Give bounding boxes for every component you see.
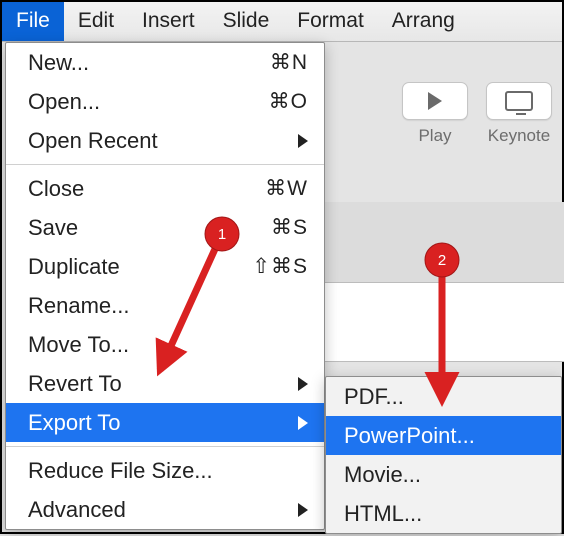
chevron-right-icon	[298, 503, 308, 517]
shortcut: ⌘N	[242, 50, 308, 75]
keynote-label: Keynote	[488, 126, 550, 146]
separator	[6, 164, 324, 165]
chevron-right-icon	[298, 134, 308, 148]
menu-item-duplicate[interactable]: Duplicate ⇧⌘S	[6, 247, 324, 286]
submenu-item-html[interactable]: HTML...	[326, 494, 561, 533]
keynote-live-button[interactable]: Keynote	[486, 82, 552, 146]
play-icon	[428, 92, 442, 110]
file-menu-dropdown: New... ⌘N Open... ⌘O Open Recent Close ⌘…	[5, 42, 325, 530]
menu-insert[interactable]: Insert	[128, 2, 209, 41]
menu-item-new[interactable]: New... ⌘N	[6, 43, 324, 82]
menu-format[interactable]: Format	[283, 2, 378, 41]
submenu-item-powerpoint[interactable]: PowerPoint...	[326, 416, 561, 455]
menu-edit[interactable]: Edit	[64, 2, 128, 41]
menu-item-save[interactable]: Save ⌘S	[6, 208, 324, 247]
shortcut: ⇧⌘S	[242, 254, 308, 279]
export-to-submenu: PDF... PowerPoint... Movie... HTML...	[325, 376, 562, 534]
slide-thumbnail	[325, 282, 564, 362]
submenu-item-movie[interactable]: Movie...	[326, 455, 561, 494]
menu-item-move-to[interactable]: Move To...	[6, 325, 324, 364]
toolbar: Play Keynote	[402, 82, 562, 146]
menu-item-rename[interactable]: Rename...	[6, 286, 324, 325]
menu-item-open[interactable]: Open... ⌘O	[6, 82, 324, 121]
menu-item-advanced[interactable]: Advanced	[6, 490, 324, 529]
display-icon	[505, 91, 533, 111]
separator	[6, 446, 324, 447]
menu-item-export-to[interactable]: Export To	[6, 403, 324, 442]
menu-item-reduce-file-size[interactable]: Reduce File Size...	[6, 451, 324, 490]
document-area	[325, 202, 564, 362]
menu-arrange[interactable]: Arrang	[378, 2, 469, 41]
menu-bar: File Edit Insert Slide Format Arrang	[2, 2, 562, 42]
menu-item-close[interactable]: Close ⌘W	[6, 169, 324, 208]
shortcut: ⌘S	[242, 215, 308, 240]
play-label: Play	[418, 126, 451, 146]
play-button[interactable]: Play	[402, 82, 468, 146]
menu-item-revert-to[interactable]: Revert To	[6, 364, 324, 403]
shortcut: ⌘O	[242, 89, 308, 114]
chevron-right-icon	[298, 377, 308, 391]
chevron-right-icon	[298, 416, 308, 430]
menu-file[interactable]: File	[2, 2, 64, 41]
menu-item-open-recent[interactable]: Open Recent	[6, 121, 324, 160]
submenu-item-pdf[interactable]: PDF...	[326, 377, 561, 416]
menu-slide[interactable]: Slide	[209, 2, 284, 41]
shortcut: ⌘W	[242, 176, 308, 201]
